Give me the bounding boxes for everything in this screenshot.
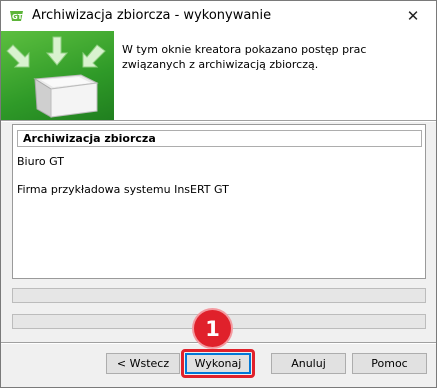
wizard-window: GT Archiwizacja zbiorcza - wykonywanie ✕ — [0, 0, 437, 388]
cancel-button[interactable]: Anuluj — [271, 353, 346, 374]
execute-button-highlight — [181, 349, 255, 378]
gt-logo-icon: GT — [9, 9, 24, 23]
close-button[interactable]: ✕ — [390, 1, 436, 31]
wizard-banner — [1, 31, 114, 120]
help-button[interactable]: Pomoc — [352, 353, 427, 374]
companies-list[interactable]: Archiwizacja zbiorcza Biuro GT Firma prz… — [12, 124, 426, 279]
svg-text:GT: GT — [12, 13, 23, 21]
step-marker: 1 — [194, 310, 231, 347]
list-header: Archiwizacja zbiorcza — [17, 130, 422, 147]
archive-box-icon — [6, 36, 106, 118]
header-separator — [1, 120, 436, 122]
title-bar: GT Archiwizacja zbiorcza - wykonywanie ✕ — [1, 1, 436, 31]
wizard-header: W tym oknie kreatora pokazano postęp pra… — [1, 31, 436, 120]
close-icon: ✕ — [406, 7, 420, 25]
header-description: W tym oknie kreatora pokazano postęp pra… — [122, 43, 367, 71]
back-button[interactable]: < Wstecz — [106, 353, 180, 374]
window-title: Archiwizacja zbiorcza - wykonywanie — [32, 8, 272, 23]
list-item[interactable]: Firma przykładowa systemu InsERT GT — [17, 183, 229, 196]
progress-bar-overall — [12, 288, 426, 303]
list-item[interactable]: Biuro GT — [17, 155, 64, 168]
